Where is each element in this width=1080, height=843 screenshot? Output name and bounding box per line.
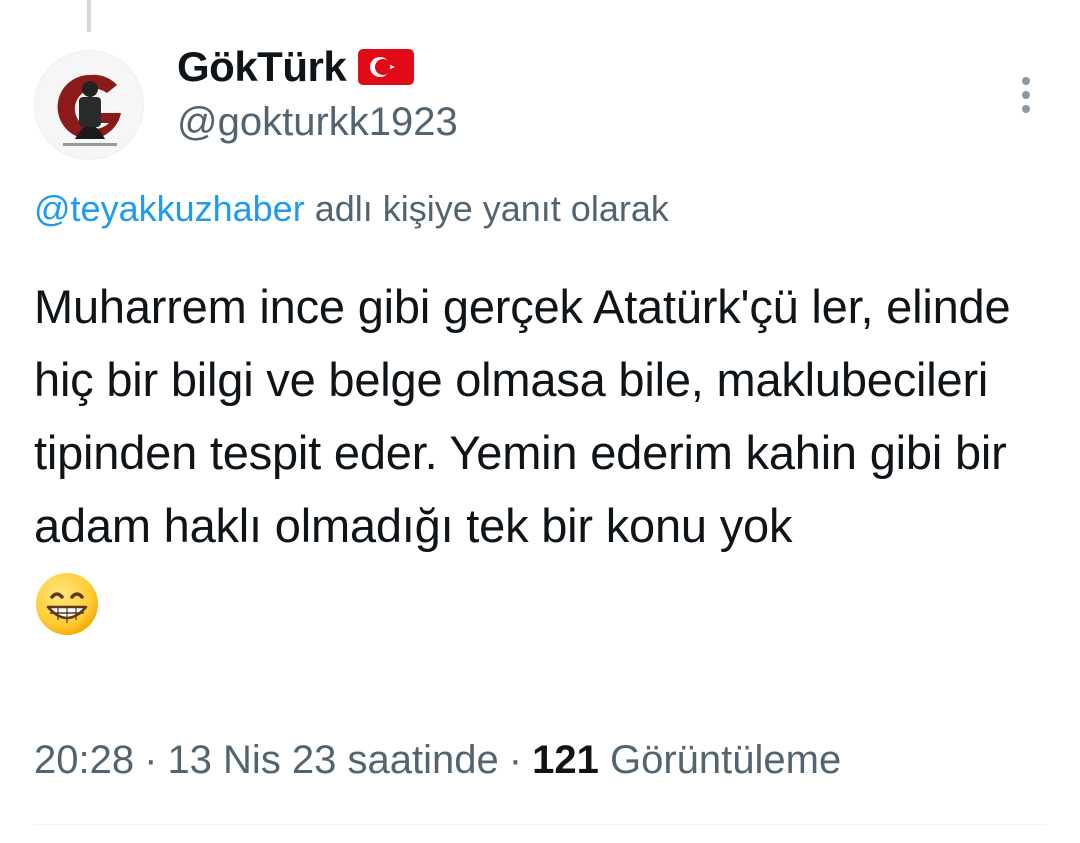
reply-mention-link[interactable]: @teyakkuzhaber: [34, 188, 305, 229]
tweet-header: GökTürk @gokturkk1923: [34, 40, 1046, 160]
tweet-body: Muharrem ince gibi gerçek Atatürk'çü ler…: [34, 270, 1044, 637]
tweet-time[interactable]: 20:28: [34, 738, 134, 782]
author-names: GökTürk @gokturkk1923: [177, 40, 458, 145]
display-name[interactable]: GökTürk: [177, 43, 347, 91]
views-count[interactable]: 121: [532, 738, 599, 782]
meta-separator: ·: [144, 738, 158, 782]
more-options-button[interactable]: [1006, 60, 1046, 130]
meta-separator: ·: [508, 738, 523, 782]
grinning-face-emoji-icon: [36, 572, 98, 635]
display-name-row: GökTürk: [177, 40, 458, 94]
tweet-meta: 20:28 · 13 Nis 23 saatinde · 121 Görüntüleme: [34, 738, 841, 783]
thread-connector-line: [87, 0, 91, 32]
username[interactable]: @gokturkk1923: [177, 100, 458, 145]
turkey-flag-icon: [358, 49, 415, 85]
avatar[interactable]: [34, 50, 144, 160]
tweet-date[interactable]: 13 Nis 23 saatinde: [167, 738, 498, 782]
reply-context: @teyakkuzhaber adlı kişiye yanıt olarak: [34, 188, 669, 230]
tweet-text: Muharrem ince gibi gerçek Atatürk'çü ler…: [34, 280, 1011, 552]
divider: [34, 824, 1046, 825]
reply-context-text: adlı kişiye yanıt olarak: [304, 188, 669, 229]
views-label[interactable]: Görüntüleme: [610, 738, 841, 782]
avatar-image: [35, 51, 143, 159]
more-vertical-icon: [1022, 77, 1030, 113]
